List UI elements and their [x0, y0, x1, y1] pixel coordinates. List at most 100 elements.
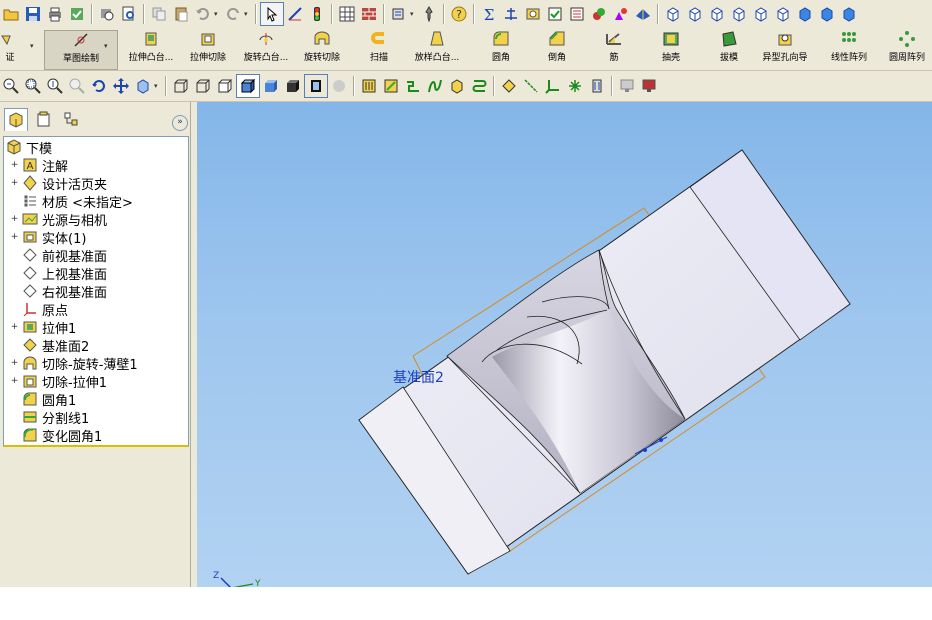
- spline-icon[interactable]: [500, 3, 522, 25]
- zoom-page-icon[interactable]: [118, 3, 140, 25]
- tree-item[interactable]: 前视基准面: [10, 246, 107, 265]
- rib-button[interactable]: 筋: [602, 30, 626, 68]
- sum-icon[interactable]: Σ: [478, 3, 500, 25]
- print-icon[interactable]: [44, 3, 66, 25]
- view-cube-4[interactable]: [728, 3, 750, 25]
- shaded-icon[interactable]: [260, 75, 282, 97]
- zoom-fit-icon[interactable]: [0, 75, 22, 97]
- expand-icon[interactable]: +: [10, 214, 19, 224]
- fillet-button[interactable]: 圆角: [486, 30, 516, 68]
- tree-root[interactable]: 下模: [6, 138, 52, 157]
- sketch-button[interactable]: 草图绘制: [44, 30, 118, 70]
- expand-icon[interactable]: +: [10, 358, 19, 368]
- tree-item[interactable]: 基准面2: [10, 336, 89, 355]
- linear-pattern-button[interactable]: 线性阵列: [826, 30, 872, 68]
- tree-item[interactable]: 材质 <未指定>: [10, 192, 133, 211]
- standard-views-dropdown-icon[interactable]: ▾: [154, 82, 162, 90]
- save-icon[interactable]: [22, 3, 44, 25]
- sketch-icon[interactable]: [284, 3, 306, 25]
- view-cube-7[interactable]: [794, 3, 816, 25]
- chamfer-button[interactable]: 倒角: [542, 30, 572, 68]
- undo-dropdown-icon[interactable]: ▾: [214, 10, 222, 18]
- brick-icon[interactable]: [358, 3, 380, 25]
- surface-icon[interactable]: [632, 3, 654, 25]
- graphics-viewport[interactable]: 基准面2 Z Y: [197, 102, 932, 587]
- select-icon[interactable]: [260, 2, 284, 26]
- collapse-panel-button[interactable]: »: [172, 115, 188, 131]
- coordinate-icon[interactable]: [542, 75, 564, 97]
- view-cube-9[interactable]: [838, 3, 860, 25]
- tab-property-manager[interactable]: [32, 108, 54, 130]
- tree-item[interactable]: 分割线1: [10, 408, 89, 427]
- revolve-boss-button[interactable]: 旋转凸台...: [238, 30, 294, 68]
- extrude-cut-button[interactable]: 拉伸切除: [186, 30, 230, 68]
- check-icon[interactable]: [544, 3, 566, 25]
- hidden-lines-removed-icon[interactable]: [214, 75, 236, 97]
- copy-icon[interactable]: [148, 3, 170, 25]
- perspective-icon[interactable]: [304, 74, 328, 98]
- options-dropdown-icon[interactable]: ▾: [410, 10, 418, 18]
- shadows-icon[interactable]: [282, 75, 304, 97]
- point-icon[interactable]: [564, 75, 586, 97]
- expand-icon[interactable]: +: [10, 178, 19, 188]
- shaded-with-edges-icon[interactable]: [236, 74, 260, 98]
- paste-icon[interactable]: [170, 3, 192, 25]
- axis-icon[interactable]: [520, 75, 542, 97]
- view-cube-6[interactable]: [772, 3, 794, 25]
- pan-icon[interactable]: [110, 75, 132, 97]
- tree-item[interactable]: 变化圆角1: [10, 426, 102, 445]
- extrude-surface-icon[interactable]: [358, 75, 380, 97]
- mate-reference-icon[interactable]: [586, 75, 608, 97]
- extrude-boss-button[interactable]: 拉伸凸台...: [124, 30, 178, 68]
- grid-icon[interactable]: [336, 3, 358, 25]
- redo-icon[interactable]: [222, 3, 244, 25]
- options-icon[interactable]: [388, 3, 410, 25]
- panel-splitter[interactable]: [190, 102, 197, 587]
- redo-dropdown-icon[interactable]: ▾: [244, 10, 252, 18]
- list-icon[interactable]: [566, 3, 588, 25]
- zoom-selection-icon[interactable]: [66, 75, 88, 97]
- zoom-in-out-icon[interactable]: [44, 75, 66, 97]
- circular-pattern-button[interactable]: 圆周阵列: [884, 30, 930, 68]
- shell-button[interactable]: 抽壳: [656, 30, 686, 68]
- view-cube-1[interactable]: [662, 3, 684, 25]
- loft-boss-button[interactable]: 放样凸台...: [410, 30, 464, 68]
- open-icon[interactable]: [0, 3, 22, 25]
- view-cube-8[interactable]: [816, 3, 838, 25]
- tree-item[interactable]: + 实体(1): [10, 228, 86, 247]
- tab-feature-manager[interactable]: [4, 108, 28, 131]
- expand-icon[interactable]: +: [10, 376, 19, 386]
- tree-item[interactable]: 右视基准面: [10, 282, 107, 301]
- rotate-icon[interactable]: [88, 75, 110, 97]
- tree-item[interactable]: + 切除-旋转-薄壁1: [10, 354, 138, 373]
- revolve-cut-button[interactable]: 旋转切除: [300, 30, 344, 68]
- plane2-label[interactable]: 基准面2: [393, 369, 444, 386]
- appearance-icon[interactable]: [588, 3, 610, 25]
- sketch-button-dropdown-icon[interactable]: ▾: [104, 42, 112, 50]
- render-sphere-icon[interactable]: [328, 75, 350, 97]
- tree-item[interactable]: 上视基准面: [10, 264, 107, 283]
- zoom-area-icon[interactable]: [22, 75, 44, 97]
- print-preview-icon[interactable]: [96, 3, 118, 25]
- tree-item[interactable]: + 设计活页夹: [10, 174, 107, 193]
- tree-item[interactable]: + 切除-拉伸1: [10, 372, 107, 391]
- undo-icon[interactable]: [192, 3, 214, 25]
- pin-icon[interactable]: [418, 3, 440, 25]
- tree-item[interactable]: + A 注解: [10, 156, 68, 175]
- plane-icon[interactable]: [498, 75, 520, 97]
- rebuild-icon[interactable]: [66, 3, 88, 25]
- view-cube-5[interactable]: [750, 3, 772, 25]
- hidden-lines-visible-icon[interactable]: [192, 75, 214, 97]
- tab-configuration-manager[interactable]: [60, 108, 82, 130]
- view-cube-3[interactable]: [706, 3, 728, 25]
- sketch-partial-button[interactable]: 证: [0, 30, 22, 68]
- split-line-icon[interactable]: [402, 75, 424, 97]
- tree-item[interactable]: 圆角1: [10, 390, 76, 409]
- expand-icon[interactable]: +: [10, 232, 19, 242]
- sweep-button[interactable]: 扫描: [362, 30, 396, 68]
- edit-appearance-icon[interactable]: [610, 3, 632, 25]
- hole-wizard-button[interactable]: 异型孔向导: [756, 30, 814, 68]
- sketch-dropdown-icon[interactable]: ▾: [30, 42, 38, 50]
- curve-icon[interactable]: [424, 75, 446, 97]
- expand-icon[interactable]: +: [10, 322, 19, 332]
